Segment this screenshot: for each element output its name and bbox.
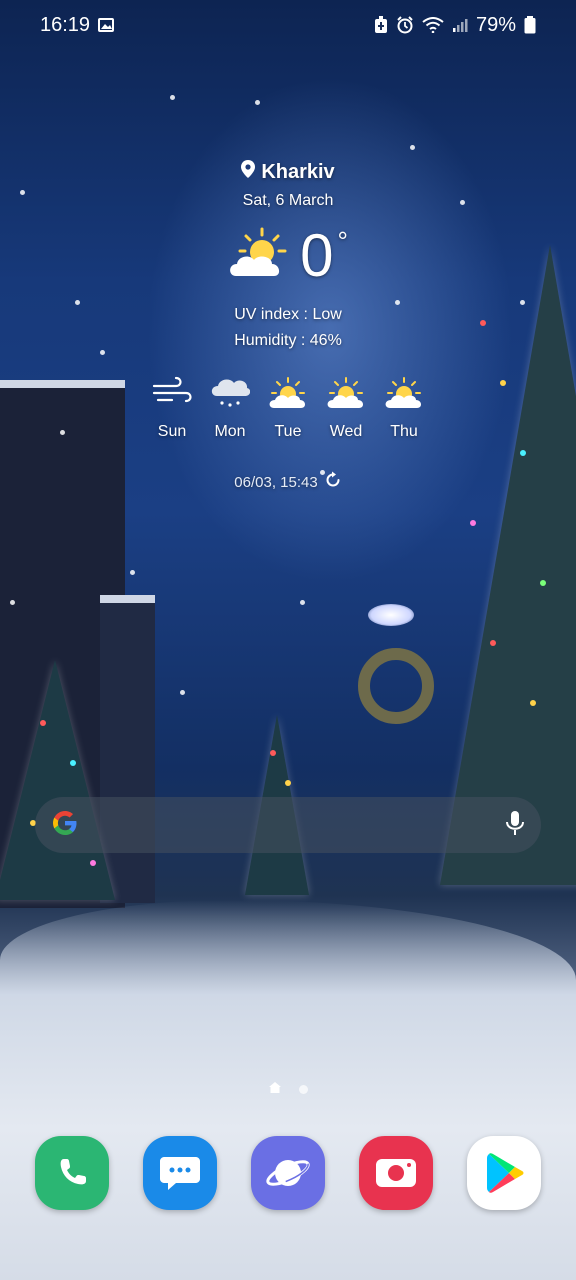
internet-icon[interactable]: [251, 1136, 325, 1210]
location-row: Kharkiv: [0, 160, 576, 184]
last-updated-row: 06/03, 15:43: [0, 471, 576, 493]
partly-sunny-icon: [384, 376, 424, 415]
camera-icon[interactable]: [359, 1136, 433, 1210]
uv-index: UV index : Low: [234, 306, 342, 323]
location-name: Kharkiv: [261, 160, 335, 183]
alarm-icon: [396, 16, 414, 34]
forecast-day: Wed: [326, 376, 366, 441]
last-updated-time: 06/03, 15:43: [234, 473, 318, 491]
forecast-day: Sun: [152, 376, 192, 441]
status-time: 16:19: [40, 13, 91, 36]
page-dot: [298, 1084, 308, 1094]
snow-cloud-icon: [210, 376, 251, 415]
temperature-unit: °: [337, 226, 348, 256]
app-dock: [35, 1136, 541, 1210]
partly-sunny-icon: [228, 226, 288, 285]
phone-icon[interactable]: [35, 1136, 109, 1210]
forecast-row: Sun Mon Tue Wed Thu: [0, 376, 576, 441]
humidity: Humidity : 46%: [234, 332, 342, 349]
forecast-day-label: Sun: [157, 423, 187, 440]
partly-sunny-icon: [326, 376, 366, 415]
wifi-icon: [422, 17, 444, 33]
battery-saver-icon: [374, 16, 388, 34]
messages-icon[interactable]: [143, 1136, 217, 1210]
wind-icon: [152, 376, 192, 415]
status-bar: 16:19 79%: [0, 0, 576, 50]
weather-widget[interactable]: Kharkiv Sat, 6 March 0 ° UV index : Low …: [0, 160, 576, 493]
forecast-day: Thu: [384, 376, 424, 441]
wallpaper-lamp: [368, 604, 414, 626]
forecast-day-label: Thu: [390, 423, 418, 440]
forecast-day: Mon: [210, 376, 251, 441]
current-temperature: 0: [300, 222, 334, 289]
wallpaper-tree: [0, 660, 115, 900]
gallery-icon: [98, 18, 115, 32]
google-search-bar[interactable]: [35, 797, 541, 853]
play-store-icon[interactable]: [467, 1136, 541, 1210]
forecast-day: Tue: [268, 376, 308, 441]
weather-date: Sat, 6 March: [242, 192, 334, 209]
page-indicator: [0, 1080, 576, 1098]
forecast-day-label: Mon: [214, 423, 246, 440]
home-page-icon: [268, 1080, 281, 1098]
signal-icon: [452, 17, 468, 33]
battery-icon: [524, 16, 536, 34]
home-screen: 16:19 79% Kharkiv Sat, 6 March 0 ° UV in…: [0, 0, 576, 1280]
forecast-day-label: Wed: [329, 423, 363, 440]
forecast-day-label: Tue: [274, 423, 302, 440]
mic-icon[interactable]: [505, 810, 525, 841]
wallpaper-wreath: [358, 648, 434, 724]
google-logo-icon: [51, 809, 79, 842]
partly-sunny-icon: [268, 376, 308, 415]
refresh-icon[interactable]: [324, 471, 342, 493]
battery-percent: 79%: [475, 13, 516, 36]
location-pin-icon: [241, 160, 256, 184]
